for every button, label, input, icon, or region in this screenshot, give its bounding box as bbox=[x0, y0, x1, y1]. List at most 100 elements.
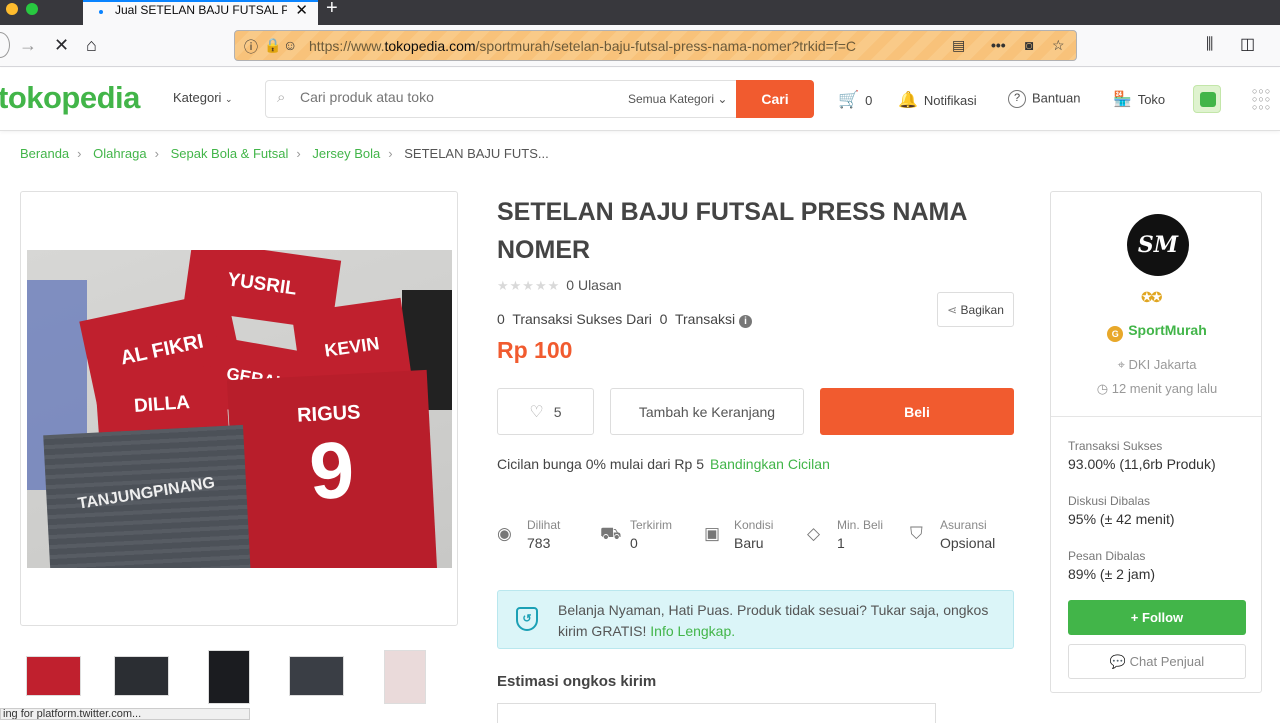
shop-stat-value: 89% (± 2 jam) bbox=[1068, 566, 1156, 582]
url-bar[interactable]: ⓘ 🔒 ☺ https://www.tokopedia.com/sportmur… bbox=[234, 30, 1077, 61]
shipping-estimate-title: Estimasi ongkos kirim bbox=[497, 673, 657, 690]
review-count[interactable]: 0 Ulasan bbox=[566, 277, 621, 293]
chevron-right-icon: › bbox=[77, 146, 82, 161]
shop-stat-value: 93.00% (11,6rb Produk) bbox=[1068, 456, 1216, 472]
breadcrumb-item[interactable]: Beranda bbox=[20, 146, 69, 161]
shop-stat-label: Transaksi Sukses bbox=[1068, 439, 1163, 453]
loading-dot-icon bbox=[99, 10, 103, 14]
breadcrumb-current: SETELAN BAJU FUTS... bbox=[404, 146, 549, 161]
product-thumbnail[interactable] bbox=[26, 656, 81, 696]
site-header: tokopedia Kategori ⌄ ⌕ Semua Kategori ⌄ … bbox=[0, 68, 1280, 131]
product-photo[interactable]: YUSRIL AL FIKRI KEVIN GERALD DILLA RIGUS… bbox=[27, 250, 452, 568]
shop-stat-label: Pesan Dibalas bbox=[1068, 549, 1146, 563]
library-icon[interactable]: ⫼ bbox=[1206, 35, 1213, 55]
new-tab-icon[interactable]: + bbox=[326, 0, 338, 20]
user-avatar[interactable] bbox=[1193, 85, 1221, 113]
help-label: Bantuan bbox=[1032, 90, 1081, 106]
share-button[interactable]: ⋖ Bagikan bbox=[937, 292, 1014, 327]
page-actions-icon[interactable]: ••• bbox=[991, 37, 1006, 53]
help-button[interactable]: ? Bantuan bbox=[1008, 90, 1080, 108]
chat-label: Chat Penjual bbox=[1129, 654, 1205, 669]
forward-arrow-icon[interactable]: → bbox=[19, 35, 37, 55]
follow-button[interactable]: + Follow bbox=[1068, 600, 1246, 635]
add-to-cart-button[interactable]: Tambah ke Keranjang bbox=[610, 388, 804, 435]
sidebar-toggle-icon[interactable]: ◫ bbox=[1240, 35, 1255, 55]
shop-name[interactable]: G SportMurah bbox=[1051, 322, 1263, 342]
box-icon: ▣ bbox=[704, 524, 721, 543]
heart-icon: ♡ bbox=[529, 404, 544, 421]
browser-tab-bar: Jual SETELAN BAJU FUTSAL PR ✕ + bbox=[0, 0, 1280, 25]
search-bar: ⌕ Semua Kategori ⌄ Cari bbox=[265, 80, 814, 118]
divider bbox=[1051, 416, 1261, 417]
stat-value: 0 bbox=[630, 535, 638, 551]
shield-check-icon: ⛉ bbox=[910, 524, 923, 543]
chevron-right-icon: › bbox=[388, 146, 393, 161]
product-thumbnail[interactable] bbox=[114, 656, 169, 696]
shirt-name-text: TANJUNGPINANG bbox=[76, 474, 217, 513]
search-input[interactable] bbox=[300, 89, 600, 105]
cart-button[interactable]: 🛒 0 bbox=[838, 90, 872, 110]
chat-seller-button[interactable]: 💬 Chat Penjual bbox=[1068, 644, 1246, 679]
truck-icon: ⛟ bbox=[600, 524, 622, 543]
apps-grid-icon[interactable]: ○○○ ○○○ ○○○ bbox=[1252, 87, 1271, 112]
bookmark-star-icon[interactable]: ☆ bbox=[1052, 37, 1065, 54]
shop-button[interactable]: 🏪 Toko bbox=[1113, 90, 1165, 108]
product-thumbnail[interactable] bbox=[289, 656, 344, 696]
browser-status-bar: ing for platform.twitter.com... bbox=[0, 708, 250, 720]
follow-label: Follow bbox=[1142, 610, 1184, 625]
wishlist-button[interactable]: ♡ 5 bbox=[497, 388, 594, 435]
stat-value: Baru bbox=[734, 535, 764, 551]
product-image-box: YUSRIL AL FIKRI KEVIN GERALD DILLA RIGUS… bbox=[20, 191, 458, 626]
browser-tab[interactable]: Jual SETELAN BAJU FUTSAL PR ✕ bbox=[83, 0, 318, 25]
bell-icon: 🔔 bbox=[898, 92, 918, 109]
search-icon: ⌕ bbox=[277, 89, 286, 106]
product-rating: ★★★★★ 0 Ulasan bbox=[497, 277, 622, 294]
product-thumbnail[interactable] bbox=[208, 650, 250, 704]
guarantee-info-link[interactable]: Info Lengkap. bbox=[650, 623, 735, 639]
minimize-window-button[interactable] bbox=[6, 3, 18, 15]
guarantee-text-block: Belanja Nyaman, Hati Puas. Produk tidak … bbox=[558, 600, 998, 642]
shop-location: ⌖ DKI Jakarta bbox=[1051, 357, 1263, 373]
plus-icon: + bbox=[1130, 610, 1139, 625]
close-tab-icon[interactable]: ✕ bbox=[295, 1, 308, 19]
medal-badge-icon: ✪✪ bbox=[1141, 289, 1163, 305]
chevron-down-icon: ⌄ bbox=[225, 94, 233, 104]
home-icon[interactable]: ⌂ bbox=[86, 35, 97, 55]
reader-view-icon[interactable]: ▤ bbox=[952, 37, 965, 54]
shop-name-text: SportMurah bbox=[1128, 322, 1207, 338]
kategori-dropdown[interactable]: Kategori ⌄ bbox=[173, 90, 233, 105]
breadcrumb-item[interactable]: Jersey Bola bbox=[312, 146, 380, 161]
search-category-dropdown[interactable]: Semua Kategori ⌄ bbox=[628, 92, 727, 106]
product-price: Rp 100 bbox=[497, 337, 573, 363]
shop-last-online-text: 12 menit yang lalu bbox=[1111, 381, 1218, 396]
return-shield-icon: ↺ bbox=[516, 607, 538, 631]
tokopedia-logo[interactable]: tokopedia bbox=[0, 80, 140, 116]
shop-stat-value: 95% (± 42 menit) bbox=[1068, 511, 1175, 527]
back-button[interactable] bbox=[0, 32, 10, 58]
guarantee-banner: ↺ Belanja Nyaman, Hati Puas. Produk tida… bbox=[497, 590, 1014, 649]
share-label: Bagikan bbox=[960, 303, 1004, 317]
transaction-summary: 0 Transaksi Sukses Dari 0 Transaksi i bbox=[497, 311, 753, 328]
guarantee-text: Belanja Nyaman, Hati Puas. Produk tidak … bbox=[558, 602, 989, 639]
breadcrumb-item[interactable]: Olahraga bbox=[93, 146, 146, 161]
browser-nav-bar: → ✕ ⌂ ⓘ 🔒 ☺ https://www.tokopedia.com/sp… bbox=[0, 25, 1280, 67]
info-icon[interactable]: i bbox=[739, 315, 753, 328]
pocket-icon[interactable]: ◙ bbox=[1025, 37, 1033, 53]
trans-total-count: 0 bbox=[659, 311, 668, 327]
buy-button[interactable]: Beli bbox=[820, 388, 1014, 435]
maximize-window-button[interactable] bbox=[26, 3, 38, 15]
shop-avatar[interactable]: SM bbox=[1127, 214, 1189, 276]
stat-label: Min. Beli bbox=[837, 518, 884, 532]
stop-loading-icon[interactable]: ✕ bbox=[54, 35, 69, 55]
compare-installment-link[interactable]: Bandingkan Cicilan bbox=[710, 456, 830, 472]
info-icon[interactable]: ⓘ bbox=[244, 37, 258, 57]
search-button[interactable]: Cari bbox=[736, 80, 814, 118]
stat-label: Dilihat bbox=[527, 518, 561, 532]
stat-value: 1 bbox=[837, 535, 845, 551]
breadcrumb-item[interactable]: Sepak Bola & Futsal bbox=[171, 146, 289, 161]
tracking-icon[interactable]: ☺ bbox=[283, 37, 297, 53]
notification-button[interactable]: 🔔 Notifikasi bbox=[898, 90, 977, 110]
shipping-estimate-form[interactable] bbox=[497, 703, 936, 723]
product-thumbnail[interactable] bbox=[384, 650, 426, 704]
lock-icon: 🔒 bbox=[264, 37, 282, 53]
